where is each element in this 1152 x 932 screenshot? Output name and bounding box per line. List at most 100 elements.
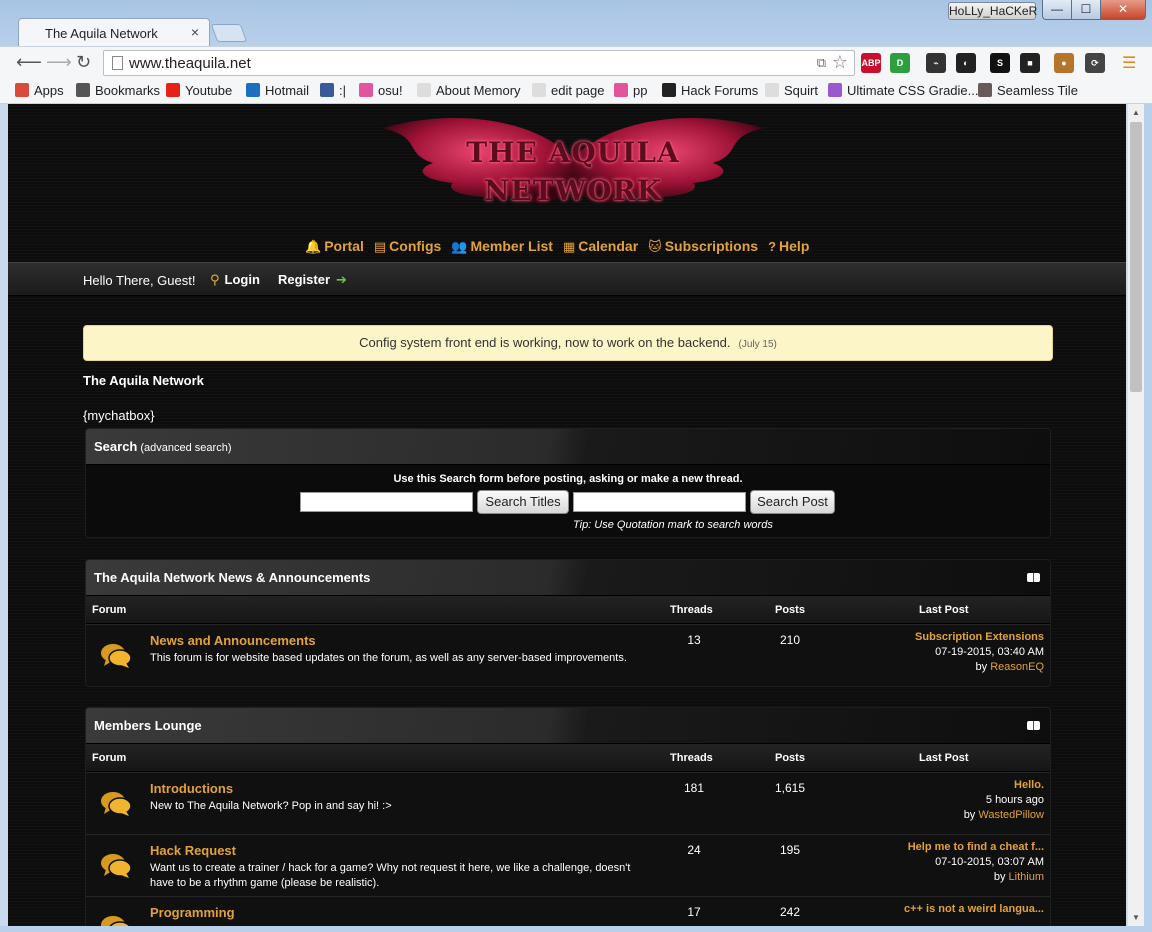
column-last-post: Last Post: [919, 604, 969, 616]
bookmark-star-icon[interactable]: ☆: [832, 52, 848, 73]
last-post-user-link[interactable]: Lithium: [1009, 871, 1044, 883]
forum-name-link[interactable]: Hack Request: [150, 843, 236, 858]
scroll-thumb[interactable]: [1130, 122, 1142, 392]
url-text[interactable]: www.theaquila.net: [129, 55, 251, 72]
extension-icon[interactable]: ■: [1020, 53, 1040, 73]
last-post-date: 07-19-2015, 03:40 AM: [935, 646, 1044, 658]
bookmark-item[interactable]: Squirt: [765, 83, 818, 98]
forum-row: Hack Request Want us to create a trainer …: [86, 834, 1050, 896]
advanced-search-link[interactable]: (advanced search): [140, 442, 231, 454]
bookmark-item[interactable]: Ultimate CSS Gradie...: [828, 83, 979, 98]
extension-icon[interactable]: ABP: [861, 53, 881, 73]
bookmark-item[interactable]: Apps: [15, 83, 64, 98]
chrome-menu-icon[interactable]: ☰: [1122, 53, 1136, 73]
search-titles-input[interactable]: [300, 492, 473, 512]
page-viewport: THE AQUILA NETWORK 🔔 Portal ▤ Configs 👥 Membe…: [8, 104, 1126, 926]
extension-icon[interactable]: ⌁: [926, 53, 946, 73]
scroll-up-icon[interactable]: ▲: [1132, 108, 1140, 117]
column-threads: Threads: [670, 752, 713, 764]
bookmark-item[interactable]: Bookmarks: [76, 83, 160, 98]
last-post-user-link[interactable]: WastedPillow: [978, 809, 1044, 821]
bookmark-item[interactable]: pp: [614, 83, 647, 98]
bookmark-item[interactable]: Hack Forums: [662, 83, 758, 98]
last-post-user-link[interactable]: ReasonEQ: [990, 661, 1044, 673]
reload-icon[interactable]: ↻: [76, 52, 91, 73]
extension-icon[interactable]: ●: [1054, 53, 1074, 73]
bookmark-item[interactable]: edit page: [532, 83, 605, 98]
tab-active[interactable]: The Aquila Network ×: [18, 18, 210, 46]
bookmark-label: edit page: [551, 83, 605, 98]
nav-portal[interactable]: 🔔 Portal: [305, 238, 364, 255]
site-logo[interactable]: THE AQUILA NETWORK: [363, 108, 783, 220]
hackforums-icon: [662, 83, 676, 97]
register-link[interactable]: Register ➔: [278, 272, 347, 288]
close-window-button[interactable]: ✕: [1100, 0, 1146, 20]
nav-subscriptions[interactable]: 🐱 Subscriptions: [648, 238, 758, 255]
forum-name-link[interactable]: Introductions: [150, 781, 233, 796]
nav-member-list[interactable]: 👥 Member List: [451, 238, 553, 255]
bookmark-item[interactable]: :|: [320, 83, 346, 98]
forum-name-link[interactable]: Programming: [150, 905, 235, 920]
extension-icon[interactable]: ⟳: [1085, 53, 1105, 73]
login-link[interactable]: ⚲ Login: [210, 272, 260, 288]
extension-icon[interactable]: S: [990, 53, 1010, 73]
bookmark-item[interactable]: Youtube: [166, 83, 232, 98]
forum-row: Introductions New to The Aquila Network? …: [86, 772, 1050, 834]
bookmark-item[interactable]: osu!: [359, 83, 403, 98]
bookmark-label: About Memory: [436, 83, 521, 98]
column-posts: Posts: [775, 604, 805, 616]
translate-icon[interactable]: ⧉: [817, 55, 826, 71]
collapse-icon[interactable]: [1027, 721, 1040, 730]
back-arrow-icon[interactable]: ⟵: [16, 52, 42, 73]
extension-icon[interactable]: ◐: [956, 53, 976, 73]
post-count: 242: [779, 905, 801, 919]
search-posts-button[interactable]: Search Post: [750, 490, 835, 514]
last-post-link[interactable]: c++ is not a weird langua...: [874, 903, 1044, 915]
category-title[interactable]: The Aquila Network News & Announcements: [94, 570, 370, 585]
bookmark-item[interactable]: About Memory: [417, 83, 521, 98]
login-label: Login: [224, 272, 260, 287]
bookmark-item[interactable]: Hotmail: [246, 83, 309, 98]
bookmark-label: Hotmail: [265, 83, 310, 98]
apps-grid-icon: [15, 83, 29, 97]
category-title[interactable]: Members Lounge: [94, 718, 202, 733]
minimize-button[interactable]: —: [1042, 0, 1072, 20]
osu-icon: [359, 83, 373, 97]
last-post-link[interactable]: Hello.: [874, 779, 1044, 791]
star-icon: [76, 83, 90, 97]
bookmark-label: pp: [633, 83, 648, 98]
main-nav: 🔔 Portal ▤ Configs 👥 Member List ▦ Calendar 🐱 Sub…: [305, 238, 819, 258]
bookmark-item[interactable]: Seamless Tile: [978, 83, 1078, 98]
column-last-post: Last Post: [919, 752, 969, 764]
speech-bubbles-icon: [100, 853, 132, 879]
maximize-button[interactable]: ☐: [1071, 0, 1101, 20]
bookmark-label: Youtube: [185, 83, 233, 98]
last-post-by-label: by: [963, 809, 976, 821]
page-scrollbar[interactable]: ▲ ▼: [1127, 104, 1144, 926]
gradient-icon: [828, 83, 842, 97]
nav-calendar[interactable]: ▦ Calendar: [563, 238, 638, 255]
logo-text-line1: THE AQUILA: [466, 136, 680, 169]
nav-help[interactable]: ? Help: [768, 238, 809, 254]
nav-configs[interactable]: ▤ Configs: [374, 238, 441, 255]
last-post-date: 5 hours ago: [985, 794, 1044, 806]
last-post-link[interactable]: Help me to find a cheat f...: [874, 841, 1044, 853]
arrow-right-icon: ➔: [336, 272, 347, 287]
forum-description: Want us to create a trainer / hack for a…: [150, 862, 631, 889]
new-tab-button[interactable]: [210, 24, 248, 42]
facebook-icon: [320, 83, 334, 97]
close-tab-icon[interactable]: ×: [191, 24, 199, 40]
scroll-down-icon[interactable]: ▼: [1132, 913, 1140, 922]
profile-badge[interactable]: HoLLy_HaCKeR: [948, 2, 1037, 20]
column-headers: Forum Threads Posts Last Post: [86, 744, 1050, 772]
forward-arrow-icon[interactable]: ⟶: [46, 52, 72, 73]
forum-name-link[interactable]: News and Announcements: [150, 633, 316, 648]
search-titles-button[interactable]: Search Titles: [477, 490, 569, 514]
search-posts-input[interactable]: [573, 492, 746, 512]
collapse-icon[interactable]: [1027, 573, 1040, 582]
speech-bubbles-icon: [100, 643, 132, 669]
address-bar[interactable]: www.theaquila.net ⧉ ☆: [103, 50, 855, 76]
site-title: The Aquila Network: [83, 373, 204, 388]
last-post-link[interactable]: Subscription Extensions: [874, 631, 1044, 643]
extension-icon[interactable]: D: [890, 53, 910, 73]
